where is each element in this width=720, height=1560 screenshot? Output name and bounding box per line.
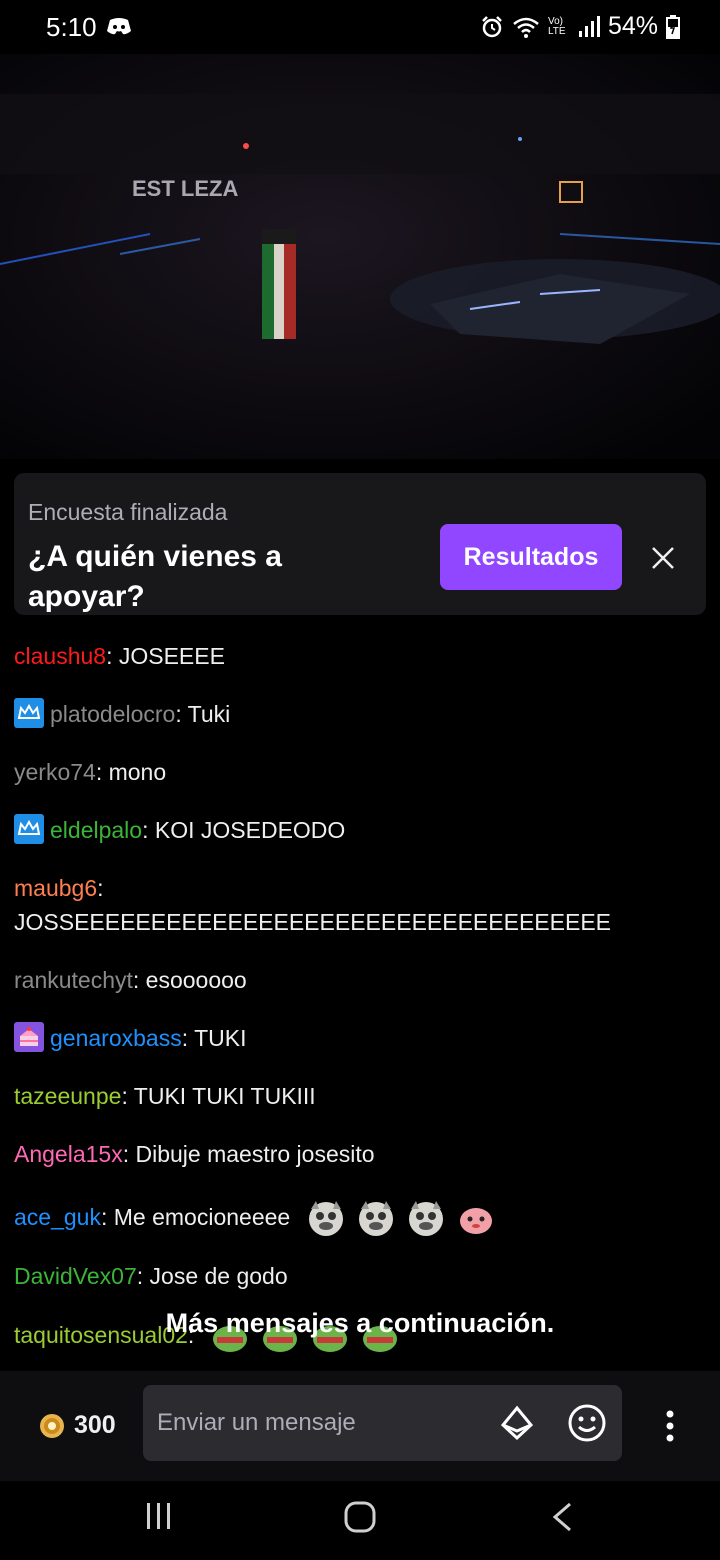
bits-icon[interactable] bbox=[499, 1405, 535, 1441]
chat-username[interactable]: yerko74 bbox=[14, 759, 96, 785]
chat-username[interactable]: platodelocro bbox=[50, 701, 175, 727]
bits-count: 300 bbox=[74, 1411, 116, 1439]
chat-text: : JOSEEEE bbox=[106, 643, 225, 669]
prime-badge-icon[interactable] bbox=[14, 698, 44, 728]
battery-percent: 54% bbox=[607, 12, 658, 40]
message-placeholder: Enviar un mensaje bbox=[157, 1409, 356, 1436]
results-button[interactable]: Resultados bbox=[440, 524, 622, 590]
chat-message[interactable]: rankutechyt: esoooooo bbox=[14, 963, 714, 997]
poll-status: Encuesta finalizada bbox=[28, 499, 228, 525]
bits-balance[interactable]: 300 bbox=[38, 1411, 116, 1440]
chat-username[interactable]: ace_guk bbox=[14, 1204, 101, 1230]
chat-username[interactable]: Angela15x bbox=[14, 1141, 123, 1167]
chat-text: : TUKI bbox=[181, 1025, 247, 1051]
chat-username[interactable]: maubg6 bbox=[14, 875, 97, 901]
alarm-icon bbox=[482, 15, 502, 37]
chat-message[interactable]: Angela15x: Dibuje maestro josesito bbox=[14, 1137, 714, 1171]
chat-text: : Jose de godo bbox=[136, 1263, 288, 1289]
chat-text: : Me emocioneeee bbox=[100, 1204, 291, 1230]
more-vertical-icon[interactable] bbox=[660, 1406, 680, 1446]
chat-panel[interactable]: Encuesta finalizada ¿A quién vienes a ap… bbox=[0, 459, 720, 1371]
chat-text: : esoooooo bbox=[132, 967, 247, 993]
poll-card: Encuesta finalizada ¿A quién vienes a ap… bbox=[14, 473, 706, 615]
more-messages-banner[interactable]: Más mensajes a continuación. bbox=[0, 1308, 720, 1339]
emoji-icon[interactable] bbox=[567, 1403, 607, 1443]
status-time: 5:10 bbox=[46, 12, 97, 42]
status-bar: 5:10 Vo) LTE 54% bbox=[0, 0, 720, 54]
chat-username[interactable]: genaroxbass bbox=[50, 1025, 182, 1051]
chat-message[interactable]: eldelpalo: KOI JOSEDEODO bbox=[14, 813, 714, 847]
chat-message[interactable]: tazeeunpe: TUKI TUKI TUKIII bbox=[14, 1079, 714, 1113]
system-nav-bar bbox=[0, 1481, 720, 1560]
chat-username[interactable]: tazeeunpe bbox=[14, 1083, 121, 1109]
video-frame: EST LEZA bbox=[0, 54, 720, 459]
wifi-icon bbox=[513, 17, 539, 38]
chat-username[interactable]: eldelpalo bbox=[50, 817, 142, 843]
chat-text: : Tuki bbox=[175, 701, 231, 727]
chat-message[interactable]: ace_guk: Me emocioneeee bbox=[14, 1197, 714, 1239]
chat-message[interactable]: genaroxbass: TUKI bbox=[14, 1021, 714, 1055]
pug-emote-icon[interactable] bbox=[355, 1197, 397, 1239]
chat-text: : bbox=[97, 875, 104, 901]
chat-message[interactable]: yerko74: mono bbox=[14, 755, 714, 789]
chat-text: : TUKI TUKI TUKIII bbox=[121, 1083, 316, 1109]
chat-text: JOSSEEEEEEEEEEEEEEEEEEEEEEEEEEEEEEEEEEE bbox=[14, 909, 612, 935]
pug-emote-icon[interactable] bbox=[405, 1197, 447, 1239]
chat-text: : Dibuje maestro josesito bbox=[122, 1141, 375, 1167]
chat-message[interactable]: DavidVex07: Jose de godo bbox=[14, 1259, 714, 1293]
back-icon[interactable] bbox=[550, 1501, 574, 1533]
poll-question: ¿A quién vienes a apoyar? bbox=[28, 540, 282, 613]
chat-username[interactable]: DavidVex07 bbox=[14, 1263, 137, 1289]
signal-icon bbox=[578, 15, 600, 37]
chat-text: : mono bbox=[95, 759, 167, 785]
svg-text:EST LEZA: EST LEZA bbox=[132, 176, 238, 201]
channel-points-icon bbox=[40, 1413, 64, 1438]
cake-badge-icon[interactable] bbox=[14, 1022, 44, 1052]
blob-emote-icon[interactable] bbox=[455, 1197, 497, 1239]
chat-message-continuation: JOSSEEEEEEEEEEEEEEEEEEEEEEEEEEEEEEEEEEE bbox=[14, 905, 714, 939]
status-icons: Vo) LTE 54% bbox=[480, 12, 680, 41]
chat-username[interactable]: claushu8 bbox=[14, 643, 106, 669]
home-icon[interactable] bbox=[343, 1500, 377, 1534]
prime-badge-icon[interactable] bbox=[14, 814, 44, 844]
chat-message[interactable]: maubg6: bbox=[14, 871, 714, 905]
network-label: Vo) LTE bbox=[547, 15, 566, 37]
battery-icon bbox=[666, 14, 680, 39]
chat-message[interactable]: platodelocro: Tuki bbox=[14, 697, 714, 731]
close-icon[interactable] bbox=[648, 543, 678, 573]
discord-icon bbox=[107, 18, 131, 35]
recents-icon[interactable] bbox=[144, 1501, 174, 1531]
video-player[interactable]: EST LEZA bbox=[0, 54, 720, 459]
chat-text: : KOI JOSEDEODO bbox=[142, 817, 346, 843]
pug-emote-icon[interactable] bbox=[305, 1197, 347, 1239]
chat-input-bar: 300 Enviar un mensaje bbox=[0, 1371, 720, 1481]
chat-message[interactable]: claushu8: JOSEEEE bbox=[14, 639, 714, 673]
message-input[interactable]: Enviar un mensaje bbox=[143, 1385, 622, 1461]
chat-username[interactable]: rankutechyt bbox=[14, 967, 133, 993]
